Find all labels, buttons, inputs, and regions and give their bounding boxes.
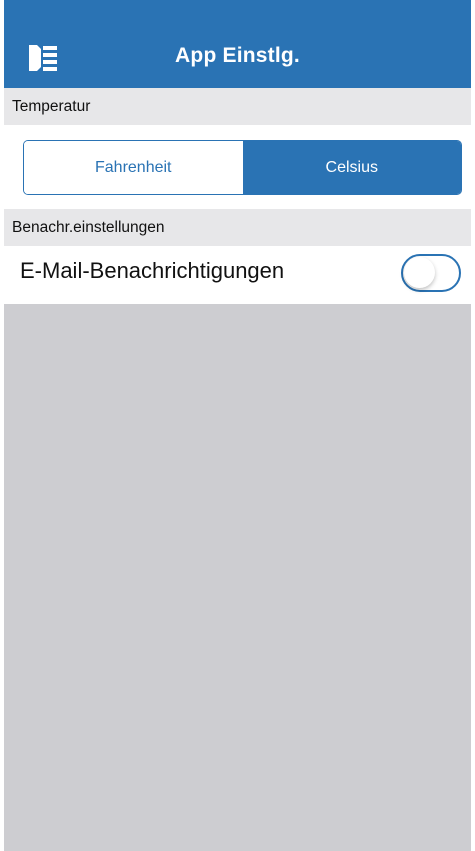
temperature-unit-selector: Fahrenheit Celsius [23, 140, 462, 195]
email-notifications-toggle[interactable] [401, 254, 461, 292]
status-bar [4, 0, 471, 25]
email-notifications-row: E-Mail-Benachrichtigungen [4, 246, 471, 304]
section-header-temperature: Temperatur [4, 88, 471, 125]
section-header-notifications: Benachr.einstellungen [4, 209, 471, 246]
empty-content-area [4, 304, 471, 851]
section-label-notifications: Benachr.einstellungen [12, 218, 165, 236]
temperature-row: Fahrenheit Celsius [4, 125, 471, 209]
segment-fahrenheit[interactable]: Fahrenheit [24, 141, 243, 194]
settings-screen: App Einstlg. Temperatur Fahrenheit Celsi… [4, 0, 471, 851]
toggle-knob [404, 257, 435, 288]
section-label-temperature: Temperatur [12, 97, 91, 115]
menu-button[interactable] [26, 41, 60, 75]
app-header: App Einstlg. [4, 25, 471, 88]
segment-celsius[interactable]: Celsius [242, 141, 461, 194]
menu-panel-icon [29, 45, 57, 71]
email-notifications-label: E-Mail-Benachrichtigungen [20, 258, 285, 283]
page-title: App Einstlg. [175, 43, 300, 67]
